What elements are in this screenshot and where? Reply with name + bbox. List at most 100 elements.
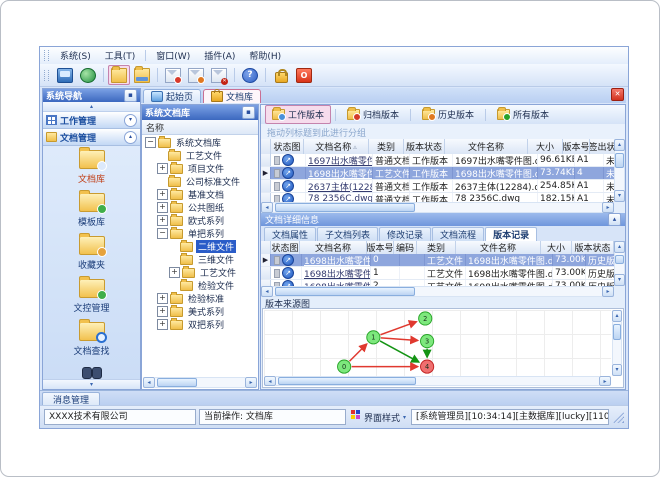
graph-hscrollbar[interactable]: ◂ ▸ <box>264 376 611 386</box>
scroll-arrow-right-icon[interactable]: ▸ <box>602 286 614 297</box>
column-header-5[interactable]: 文件名称 <box>445 139 528 154</box>
graph-node-3[interactable]: 3 <box>420 334 435 349</box>
scroll-arrow-up-icon[interactable]: ▴ <box>614 241 625 253</box>
doc-table-hscrollbar[interactable]: ◂ ▸ <box>261 202 614 213</box>
scroll-track[interactable] <box>612 322 622 364</box>
doc-table-vscrollbar[interactable]: ▴ ▾ <box>614 139 625 202</box>
table-row[interactable]: ▶↗1698出水嘴零件图.dwg工艺文件工作版本1698出水嘴零件图.dwg73… <box>261 167 614 180</box>
scroll-thumb[interactable] <box>278 377 416 385</box>
tree-node[interactable]: − 系统文档库 <box>142 135 258 149</box>
sidebar-item-favorites[interactable]: 收藏夹 <box>43 233 140 271</box>
table-row[interactable]: ↗1698出水嘴零件图.dwg1工艺文件1698出水嘴零件图.dwg73.00K… <box>261 267 614 280</box>
sidebar-item-template-library[interactable]: 模板库 <box>43 190 140 228</box>
tree-node[interactable]: + 工艺文件 <box>142 265 258 279</box>
tree-node[interactable]: + 检验标准 <box>142 291 258 305</box>
sidebar-group-document-management[interactable]: 文档管理 ▴ <box>43 129 140 146</box>
menu-item[interactable]: 系统(S) <box>53 47 98 64</box>
tree-expand-icon[interactable]: − <box>145 137 156 148</box>
tree-node[interactable]: − 单把系列 <box>142 226 258 240</box>
sidebar-item-doc-search[interactable]: 文档查找 <box>43 319 140 357</box>
scroll-thumb[interactable] <box>615 153 624 169</box>
scroll-arrow-left-icon[interactable]: ◂ <box>264 376 276 386</box>
menu-item[interactable]: 窗口(W) <box>149 47 197 64</box>
tree-node[interactable]: 检验文件 <box>142 278 258 292</box>
scroll-arrow-up-icon[interactable]: ▴ <box>612 310 622 322</box>
document-link[interactable]: 1697出水嘴零件图.dwg <box>306 154 373 166</box>
version-table-vscrollbar[interactable]: ▴ ▾ <box>614 241 625 286</box>
help-button[interactable] <box>239 65 261 85</box>
document-link[interactable]: 78 2356C.dwg <box>306 193 373 202</box>
detail-tab[interactable]: 版本记录 <box>485 227 538 241</box>
scroll-arrow-left-icon[interactable]: ◂ <box>261 202 273 213</box>
sidebar-item-doc-control[interactable]: 文控管理 <box>43 276 140 314</box>
tree-expand-icon[interactable]: + <box>157 293 168 304</box>
scroll-track[interactable] <box>155 377 245 388</box>
mail-delete-button[interactable] <box>208 65 230 85</box>
lock-button[interactable] <box>270 65 292 85</box>
tree-column-header[interactable]: 名称 <box>142 120 258 135</box>
scroll-track[interactable] <box>276 376 599 386</box>
tree-node[interactable]: 公司标准文件 <box>142 174 258 188</box>
globe-button[interactable] <box>77 65 99 85</box>
menu-item[interactable]: 工具(T) <box>98 47 143 64</box>
column-header-6[interactable]: 大小 <box>528 139 563 154</box>
sidebar-item-folder-search[interactable]: 文件夹查找 <box>43 365 140 379</box>
tree-node[interactable]: 三维文件 <box>142 252 258 266</box>
detail-tab[interactable]: 子文档列表 <box>317 227 379 241</box>
tree-hscrollbar[interactable]: ◂ ▸ <box>143 377 257 388</box>
close-icon[interactable]: ✕ <box>611 88 624 101</box>
scroll-arrow-down-icon[interactable]: ▾ <box>612 364 622 376</box>
column-header-1[interactable]: 状态图 <box>271 241 300 254</box>
tree-node[interactable]: + 美式系列 <box>142 304 258 318</box>
scroll-arrow-left-icon[interactable]: ◂ <box>143 377 155 388</box>
pin-icon[interactable]: ▪ <box>242 106 255 119</box>
tree-expand-icon[interactable]: + <box>157 202 168 213</box>
column-header-2[interactable]: 文档名称 <box>300 241 367 254</box>
graph-node-0[interactable]: 0 <box>337 359 352 374</box>
scroll-arrow-down-icon[interactable]: ▾ <box>614 190 625 202</box>
column-header-4[interactable]: 编码 <box>394 241 417 254</box>
column-header-3[interactable]: 版本号 <box>367 241 394 254</box>
column-header-2[interactable]: 文档名称 ▵ <box>304 139 369 154</box>
chevron-down-icon[interactable]: ▾ <box>124 113 137 127</box>
tree-expand-icon[interactable]: + <box>157 163 168 174</box>
scroll-arrow-left-icon[interactable]: ◂ <box>261 286 273 297</box>
scroll-track[interactable] <box>614 253 625 274</box>
graph-node-2[interactable]: 2 <box>418 311 433 326</box>
tree-node[interactable]: + 欧式系列 <box>142 213 258 227</box>
detail-tab[interactable]: 文档属性 <box>264 227 317 241</box>
column-header-4[interactable]: 版本状态 <box>404 139 445 154</box>
tree-node[interactable]: 二维文件 <box>142 239 258 253</box>
history-version-button[interactable]: 历史版本 <box>415 105 481 124</box>
archive-version-button[interactable]: 归档版本 <box>340 105 406 124</box>
work-version-button[interactable]: 工作版本 <box>265 105 332 124</box>
menu-item[interactable]: 帮助(H) <box>242 47 288 64</box>
scroll-arrow-right-icon[interactable]: ▸ <box>602 202 614 213</box>
scroll-thumb[interactable] <box>275 287 416 296</box>
tree-node[interactable]: + 基准文档 <box>142 187 258 201</box>
scroll-thumb[interactable] <box>615 255 624 265</box>
all-version-button[interactable]: 所有版本 <box>490 105 556 124</box>
scroll-track[interactable] <box>273 202 602 213</box>
column-header-5[interactable]: 类别 <box>417 241 456 254</box>
style-selector[interactable]: 界面样式 ▾ <box>349 410 408 424</box>
collapse-icon[interactable]: ▴ <box>608 213 621 226</box>
scroll-thumb[interactable] <box>275 203 416 212</box>
table-row[interactable]: ↗78 2356C.dwg普通文档工作版本78 2356C.dwg182.15K… <box>261 193 614 202</box>
message-management-tab[interactable]: 消息管理 <box>42 392 101 406</box>
document-link[interactable]: 1698出水嘴零件图.dwg <box>302 267 371 279</box>
tab-start-page[interactable]: 起始页 <box>143 89 202 103</box>
tree-expand-icon[interactable]: + <box>169 267 180 278</box>
scroll-arrow-down-icon[interactable]: ▾ <box>614 274 625 286</box>
tree-expand-icon[interactable]: + <box>157 306 168 317</box>
tree-expand-icon[interactable]: + <box>157 319 168 330</box>
resize-grip[interactable] <box>613 411 624 423</box>
sidebar-group-work-management[interactable]: 工作管理 ▾ <box>43 112 140 129</box>
scroll-arrow-right-icon[interactable]: ▸ <box>245 377 257 388</box>
tree-node[interactable]: 工艺文件 <box>142 148 258 162</box>
column-header-6[interactable]: 文件名称 <box>456 241 541 254</box>
pin-icon[interactable]: ▪ <box>124 89 137 102</box>
column-header-3[interactable]: 类别 <box>369 139 404 154</box>
mail-button[interactable] <box>162 65 184 85</box>
column-header-1[interactable]: 状态图 <box>271 139 304 154</box>
